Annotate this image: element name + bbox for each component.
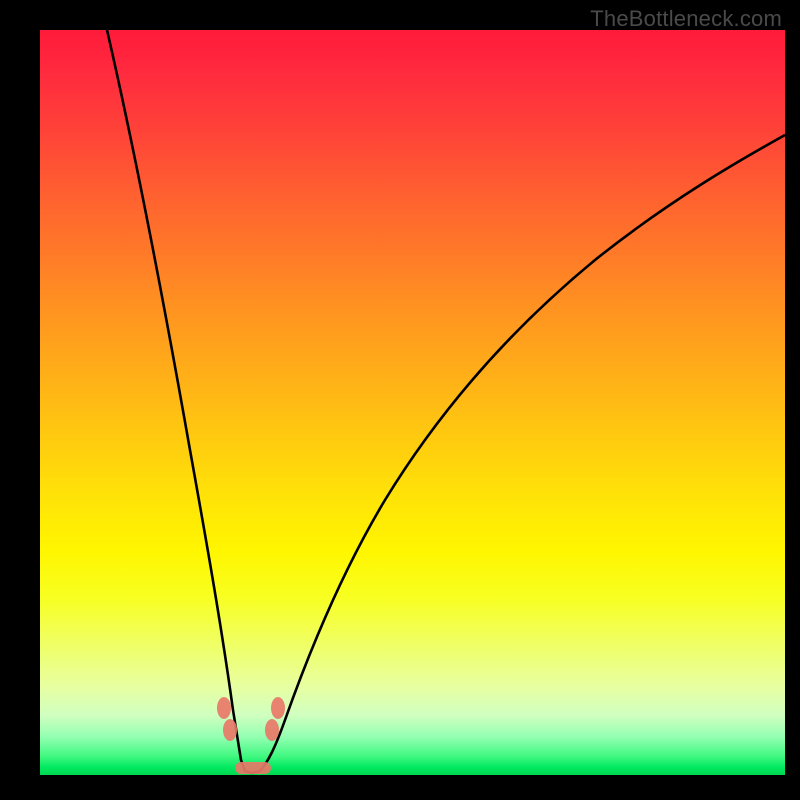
- right-curve: [252, 135, 785, 773]
- marker-left-top: [217, 697, 231, 719]
- marker-right-bottom: [265, 719, 279, 741]
- marker-valley: [235, 762, 271, 774]
- chart-svg-layer: [40, 30, 785, 775]
- marker-right-top: [271, 697, 285, 719]
- left-curve: [107, 30, 252, 773]
- watermark-text: TheBottleneck.com: [590, 6, 782, 32]
- chart-plot-area: [40, 30, 785, 775]
- marker-left-bottom: [223, 719, 237, 741]
